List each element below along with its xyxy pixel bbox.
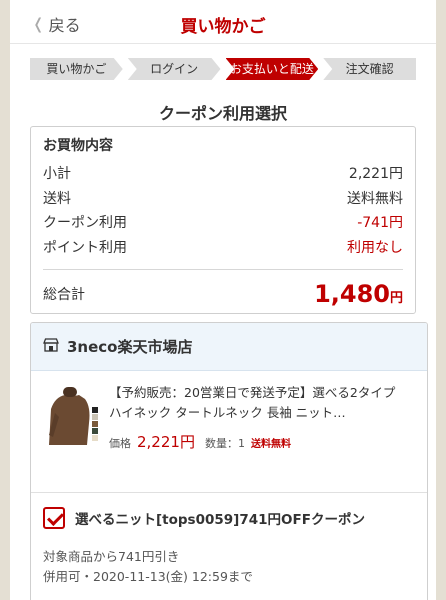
row-label: クーポン利用 [43,215,127,231]
order-summary: お買物内容 小計 2,221円 送料 送料無料 クーポン利用 -741円 ポイン… [30,126,416,314]
coupon-description: 対象商品から741円引き 併用可・2020-11-13(金) 12:59まで [43,547,415,587]
product-image [43,383,99,447]
item-price: 2,221円 [137,433,195,451]
checkout-steps: 買い物かご ログイン お支払いと配送 注文確認 [30,58,416,80]
shop-header[interactable]: 3neco楽天市場店 [31,323,427,371]
total-row: 総合計 1,480円 [43,270,403,308]
app-frame: ❬ 戻る 買い物かご 買い物かご ログイン お支払いと配送 注文確認 クーポン利… [10,0,436,600]
shop-name: 3neco楽天市場店 [67,338,193,356]
step-login: ログイン [128,58,221,80]
item-quantity: 数量：1 [204,437,245,450]
summary-row-subtotal: 小計 2,221円 [43,163,403,188]
price-line: 価格 2,221円 数量：1 送料無料 [109,431,417,452]
shipping-badge: 送料無料 [250,439,291,450]
total-amount: 1,480 [314,280,390,308]
summary-row-coupon: クーポン利用 -741円 [43,212,403,237]
row-value: -741円 [357,215,403,231]
page-title: 買い物かご [180,17,266,37]
shop-card: 3neco楽天市場店 【予約販売：20営業日で発送予定】選べる2タイプ ハイネッ… [30,322,428,600]
coupon-header: 選べるニット[tops0059]741円OFFクーポン [43,507,415,529]
price-label: 価格 [109,437,131,450]
item-details: 【予約販売：20営業日で発送予定】選べる2タイプ ハイネック タートルネック 長… [109,383,417,482]
summary-row-shipping: 送料 送料無料 [43,188,403,213]
coupon-name: 選べるニット[tops0059]741円OFFクーポン [75,512,365,528]
coupon-validity-text: 併用可・2020-11-13(金) 12:59まで [43,569,253,584]
shop-icon [43,337,59,356]
row-value: 送料無料 [347,190,403,207]
coupon-option[interactable]: 選べるニット[tops0059]741円OFFクーポン 対象商品から741円引き… [31,493,427,600]
summary-heading: お買物内容 [43,138,113,154]
cart-item[interactable]: 【予約販売：20営業日で発送予定】選べる2タイプ ハイネック タートルネック 長… [31,371,427,493]
header: ❬ 戻る 買い物かご [10,0,436,44]
summary-row-points: ポイント利用 利用なし [43,237,403,262]
step-payment-shipping: お支払いと配送 [226,58,319,80]
row-value: 利用なし [347,239,403,256]
section-title: クーポン利用選択 [158,104,287,123]
total-value: 1,480円 [314,280,403,308]
row-value: 2,221円 [348,166,403,182]
coupon-checkbox[interactable] [43,507,65,529]
total-label: 総合計 [43,287,85,303]
row-label: ポイント利用 [43,239,127,256]
step-cart: 買い物かご [30,58,123,80]
row-label: 小計 [43,166,71,182]
total-unit: 円 [389,291,403,306]
row-label: 送料 [43,190,71,207]
step-confirm: 注文確認 [323,58,416,80]
coupon-discount-text: 対象商品から741円引き [43,549,180,564]
item-name[interactable]: 【予約販売：20営業日で発送予定】選べる2タイプ ハイネック タートルネック 長… [109,383,417,423]
